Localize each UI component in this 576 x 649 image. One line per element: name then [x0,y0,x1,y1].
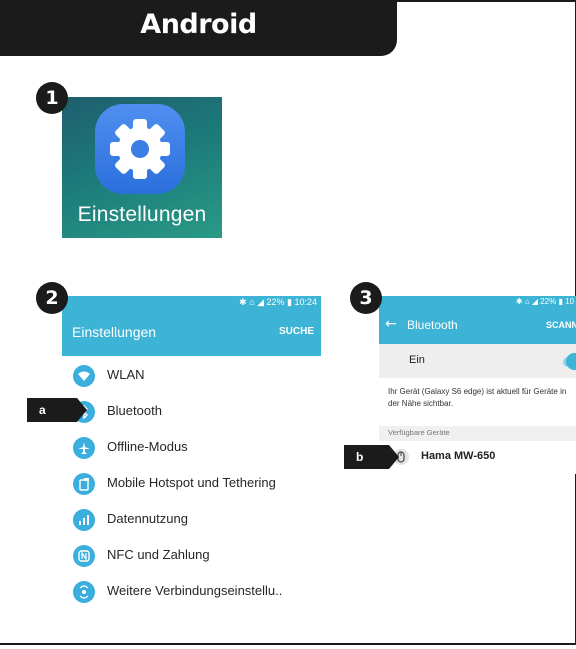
back-arrow-icon[interactable]: ← [385,316,397,332]
wifi-icon [73,365,95,387]
settings-item-label: Mobile Hotspot und Tethering [107,475,276,490]
settings-item-label: Weitere Verbindungseinstellu.. [107,583,283,598]
settings-item-label: WLAN [107,367,145,382]
toggle-label: Ein [409,354,425,366]
app-bar-title: Bluetooth [407,318,458,332]
search-button[interactable]: SUCHE [279,326,314,337]
bluetooth-screen: ✱ ⌂ ◢ 22% ▮ 10 ← Bluetooth SCANN Ein Ihr… [379,296,576,474]
status-bar-text: ✱ ⌂ ◢ 22% ▮ 10:24 [239,297,317,307]
settings-item-bluetooth[interactable]: Bluetooth [62,394,321,430]
app-bar: ← Bluetooth SCANN [379,308,576,344]
callout-b-label: b [356,450,364,464]
status-bar-text: ✱ ⌂ ◢ 22% ▮ 10 [515,297,574,306]
available-devices-header: Verfügbare Geräte [379,426,576,441]
app-bar-title: Einstellungen [72,324,157,340]
settings-item-data-usage[interactable]: Datennutzung [62,502,321,538]
settings-item-label: Datennutzung [107,511,188,526]
data-usage-icon [73,509,95,531]
settings-item-hotspot[interactable]: Mobile Hotspot und Tethering [62,466,321,502]
settings-item-nfc[interactable]: NFC und Zahlung [62,538,321,574]
settings-item-label: Offline-Modus [107,439,188,454]
bluetooth-toggle-row[interactable]: Ein [379,344,576,378]
callout-b: b [344,445,399,469]
app-bar: Einstellungen SUCHE [62,310,321,356]
step-badge-1: 1 [36,82,68,114]
gear-icon [95,104,185,194]
nfc-icon [73,545,95,567]
page-title: Android [140,9,257,40]
settings-item-offline-mode[interactable]: Offline-Modus [62,430,321,466]
visibility-info: Ihr Gerät (Galaxy S6 edge) ist aktuell f… [388,387,567,408]
callout-a-label: a [39,403,46,417]
more-connections-icon [73,581,95,603]
status-bar: ✱ ⌂ ◢ 22% ▮ 10:24 [62,296,321,310]
frame-bottom-border [0,643,576,645]
step-badge-2: 2 [36,282,68,314]
settings-screen: ✱ ⌂ ◢ 22% ▮ 10:24 Einstellungen SUCHE WL… [62,296,321,606]
hotspot-icon [73,473,95,495]
airplane-icon [73,437,95,459]
app-label: Einstellungen [77,203,207,226]
settings-item-more-connections[interactable]: Weitere Verbindungseinstellu.. [62,574,321,606]
step-badge-3: 3 [350,282,382,314]
settings-item-label: NFC und Zahlung [107,547,210,562]
toggle-knob[interactable] [566,353,576,370]
device-name[interactable]: Hama MW-650 [421,450,495,462]
status-bar: ✱ ⌂ ◢ 22% ▮ 10 [379,296,576,308]
section-title: Verfügbare Geräte [388,428,450,437]
callout-a: a [27,398,87,422]
settings-item-wlan[interactable]: WLAN [62,358,321,394]
header-tab: Android [0,0,397,56]
settings-item-label: Bluetooth [107,403,162,418]
settings-app-tile[interactable]: Einstellungen [62,97,222,238]
scan-button[interactable]: SCANN [546,320,576,330]
